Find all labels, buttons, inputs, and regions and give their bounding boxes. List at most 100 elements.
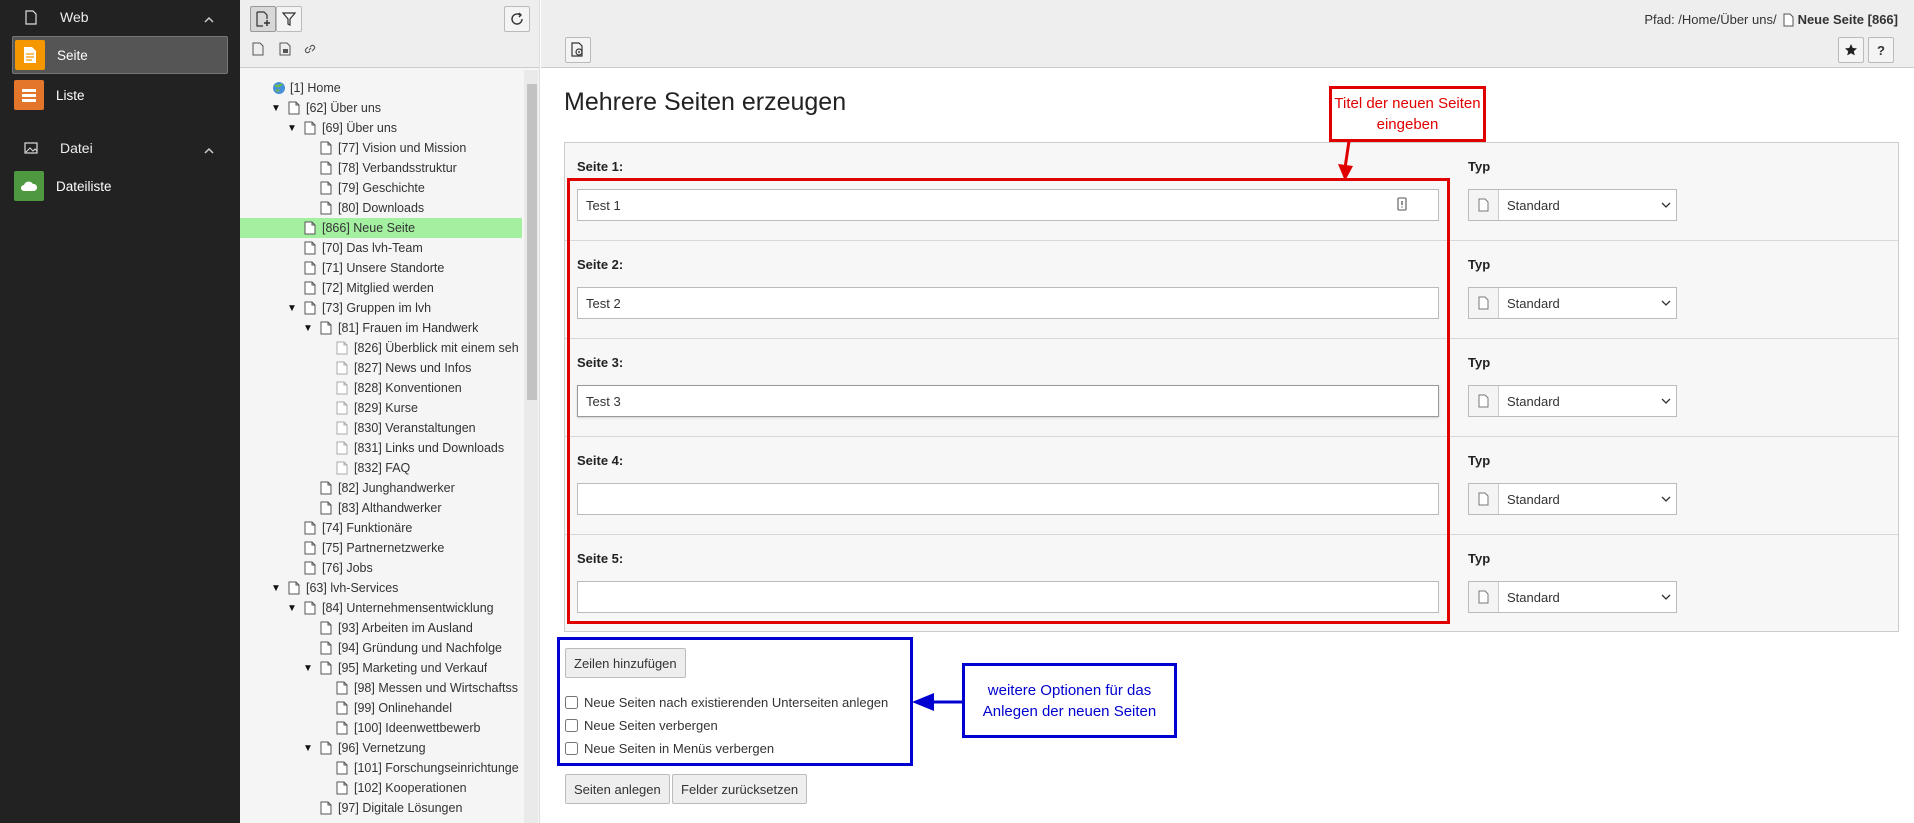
page-icon[interactable] <box>320 641 332 655</box>
tree-node-label[interactable]: [77] Vision und Mission <box>338 141 466 155</box>
tree-node[interactable]: [826] Überblick mit einem seh <box>240 338 522 358</box>
page-icon[interactable] <box>304 281 316 295</box>
tree-node[interactable]: [1] Home <box>240 78 522 98</box>
tree-node-label[interactable]: [76] Jobs <box>322 561 373 575</box>
link-icon[interactable] <box>302 41 318 57</box>
tree-node[interactable]: [101] Forschungseinrichtunge <box>240 758 522 778</box>
tree-node[interactable]: [827] News und Infos <box>240 358 522 378</box>
page-icon[interactable] <box>336 681 348 695</box>
tree-node-label[interactable]: [827] News und Infos <box>354 361 471 375</box>
tree-node[interactable]: [75] Partnernetzwerke <box>240 538 522 558</box>
page-icon[interactable] <box>288 101 300 115</box>
tree-node[interactable]: [83] Althandwerker <box>240 498 522 518</box>
expand-toggle-icon[interactable]: ▼ <box>270 103 282 114</box>
page-type-select[interactable]: Standard <box>1468 385 1677 417</box>
page-icon[interactable] <box>304 601 316 615</box>
expand-toggle-icon[interactable]: ▼ <box>286 123 298 134</box>
help-button[interactable]: ? <box>1868 37 1894 63</box>
tree-node-label[interactable]: [99] Onlinehandel <box>354 701 452 715</box>
expand-toggle-icon[interactable]: ▼ <box>286 603 298 614</box>
tree-node-label[interactable]: [831] Links und Downloads <box>354 441 504 455</box>
page-icon[interactable] <box>320 501 332 515</box>
tree-node-label[interactable]: [81] Frauen im Handwerk <box>338 321 478 335</box>
tree-node[interactable]: [99] Onlinehandel <box>240 698 522 718</box>
page-type-select[interactable]: Standard <box>1468 483 1677 515</box>
page-icon[interactable] <box>320 661 332 675</box>
page-icon[interactable] <box>304 541 316 555</box>
expand-toggle-icon[interactable]: ▼ <box>286 303 298 314</box>
globe-icon[interactable] <box>272 81 285 95</box>
expand-toggle-icon[interactable]: ▼ <box>302 743 314 754</box>
page-icon[interactable] <box>336 361 348 375</box>
tree-node-label[interactable]: [72] Mitglied werden <box>322 281 434 295</box>
tree-node[interactable]: [78] Verbandsstruktur <box>240 158 522 178</box>
expand-toggle-icon[interactable]: ▼ <box>270 583 282 594</box>
expand-toggle-icon[interactable]: ▼ <box>302 663 314 674</box>
page-icon[interactable] <box>304 121 316 135</box>
tree-node-label[interactable]: [100] Ideenwettbewerb <box>354 721 480 735</box>
page-icon[interactable] <box>336 781 348 795</box>
page-icon[interactable] <box>320 801 332 815</box>
tree-node[interactable]: [866] Neue Seite <box>240 218 522 238</box>
tree-node[interactable]: [77] Vision und Mission <box>240 138 522 158</box>
tree-node-label[interactable]: [78] Verbandsstruktur <box>338 161 457 175</box>
tree-node-label[interactable]: [73] Gruppen im lvh <box>322 301 431 315</box>
module-item-dateiliste[interactable]: Dateiliste <box>12 167 228 205</box>
page-icon[interactable] <box>320 481 332 495</box>
tree-node-label[interactable]: [866] Neue Seite <box>322 221 415 235</box>
tree-node[interactable]: [830] Veranstaltungen <box>240 418 522 438</box>
page-icon[interactable] <box>304 521 316 535</box>
tree-node[interactable]: [71] Unsere Standorte <box>240 258 522 278</box>
page-icon[interactable] <box>336 761 348 775</box>
view-page-button[interactable] <box>565 37 591 63</box>
tree-node-label[interactable]: [98] Messen und Wirtschaftss <box>354 681 518 695</box>
tree-node-label[interactable]: [93] Arbeiten im Ausland <box>338 621 473 635</box>
tree-node-label[interactable]: [828] Konventionen <box>354 381 462 395</box>
reset-fields-button[interactable]: Felder zurücksetzen <box>672 774 808 804</box>
tree-node-label[interactable]: [830] Veranstaltungen <box>354 421 476 435</box>
tree-node[interactable]: ▼ [69] Über uns <box>240 118 522 138</box>
page-icon[interactable] <box>336 401 348 415</box>
tree-node-label[interactable]: [75] Partnernetzwerke <box>322 541 444 555</box>
page-icon[interactable] <box>304 301 316 315</box>
tree-node-label[interactable]: [95] Marketing und Verkauf <box>338 661 487 675</box>
tree-node[interactable]: [70] Das lvh-Team <box>240 238 522 258</box>
page-icon[interactable] <box>336 381 348 395</box>
tree-node-label[interactable]: [74] Funktionäre <box>322 521 412 535</box>
tree-node-label[interactable]: [102] Kooperationen <box>354 781 467 795</box>
page-icon[interactable] <box>320 161 332 175</box>
page-icon[interactable] <box>304 561 316 575</box>
tree-node-label[interactable]: [62] Über uns <box>306 101 381 115</box>
tree-node[interactable]: ▼ [96] Vernetzung <box>240 738 522 758</box>
tree-node-label[interactable]: [84] Unternehmensentwicklung <box>322 601 494 615</box>
tree-node-label[interactable]: [80] Downloads <box>338 201 424 215</box>
tree-node-label[interactable]: [69] Über uns <box>322 121 397 135</box>
tree-node[interactable]: [98] Messen und Wirtschaftss <box>240 678 522 698</box>
page-icon[interactable] <box>336 721 348 735</box>
tree-scrollbar[interactable] <box>524 70 538 823</box>
module-group-web[interactable]: Web <box>0 0 240 34</box>
tree-node[interactable]: [828] Konventionen <box>240 378 522 398</box>
page-icon[interactable] <box>304 221 316 235</box>
tree-node-label[interactable]: [829] Kurse <box>354 401 418 415</box>
tree-node-label[interactable]: [71] Unsere Standorte <box>322 261 444 275</box>
create-pages-button[interactable]: Seiten anlegen <box>565 774 670 804</box>
tree-node[interactable]: [832] FAQ <box>240 458 522 478</box>
tree-node[interactable]: ▼ [81] Frauen im Handwerk <box>240 318 522 338</box>
page-icon[interactable] <box>336 441 348 455</box>
page-type-select[interactable]: Standard <box>1468 287 1677 319</box>
tree-node-label[interactable]: [82] Junghandwerker <box>338 481 455 495</box>
tree-node-label[interactable]: [96] Vernetzung <box>338 741 426 755</box>
tree-node[interactable]: [79] Geschichte <box>240 178 522 198</box>
tree-scrollbar-thumb[interactable] <box>527 84 537 400</box>
tree-node-label[interactable]: [832] FAQ <box>354 461 410 475</box>
tree-node[interactable]: [94] Gründung und Nachfolge <box>240 638 522 658</box>
bookmark-button[interactable] <box>1838 37 1864 63</box>
page-icon[interactable] <box>320 621 332 635</box>
page-icon[interactable] <box>320 181 332 195</box>
tree-node[interactable]: [97] Digitale Lösungen <box>240 798 522 818</box>
tree-node-label[interactable]: [101] Forschungseinrichtunge <box>354 761 519 775</box>
tree-node-label[interactable]: [63] lvh-Services <box>306 581 398 595</box>
page-icon[interactable] <box>336 701 348 715</box>
tree-node[interactable]: ▼ [84] Unternehmensentwicklung <box>240 598 522 618</box>
